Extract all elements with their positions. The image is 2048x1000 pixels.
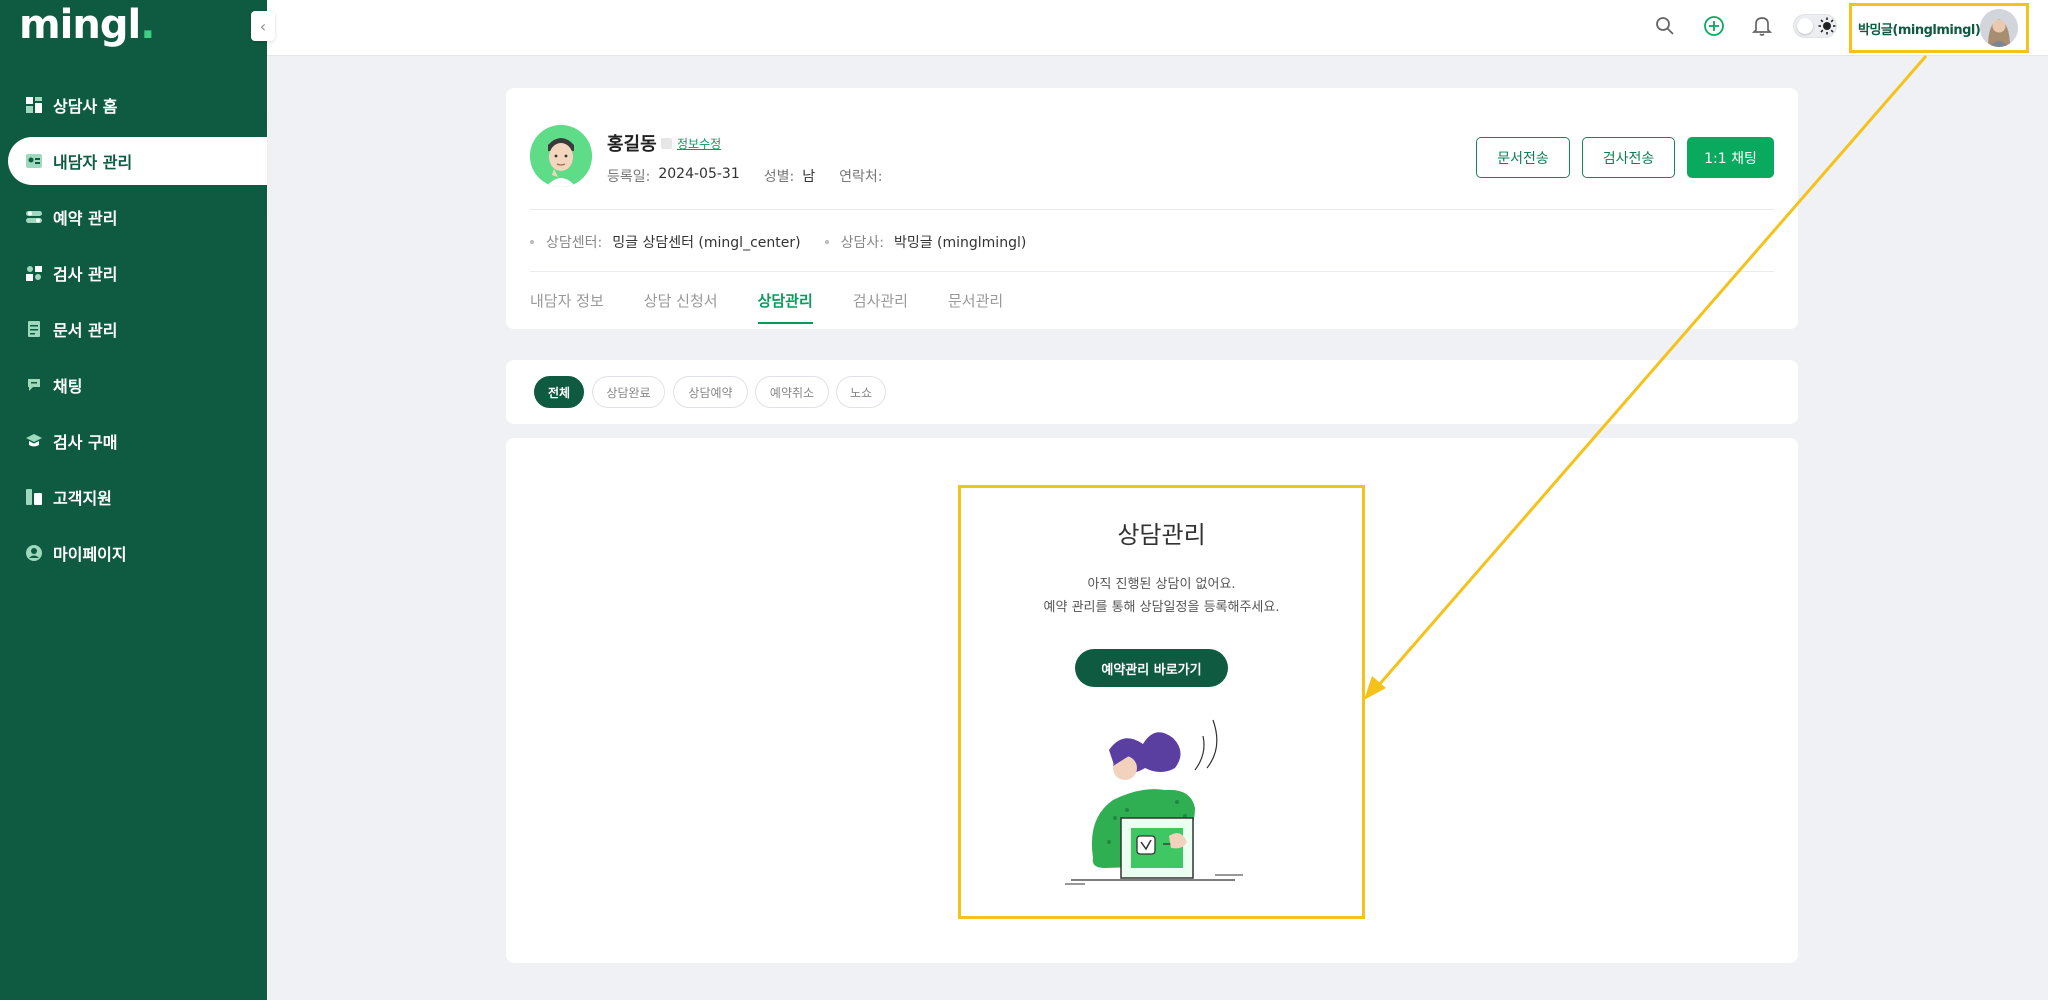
sidebar: mingl. 상담사 홈 내담자 관리 예약 관리 검사 관리 문서 관리 채팅… (0, 0, 267, 1000)
sidebar-item-reservation[interactable]: 예약 관리 (0, 189, 267, 245)
empty-state-line1: 아직 진행된 상담이 없어요. (1087, 577, 1236, 592)
document-icon (26, 321, 42, 337)
sidebar-item-test-purchase[interactable]: 검사 구매 (0, 413, 267, 469)
chevron-left-icon: ‹ (259, 16, 267, 36)
send-document-button[interactable]: 문서전송 (1476, 137, 1570, 178)
sidebar-item-client-management[interactable]: 내담자 관리 (0, 133, 267, 189)
center-value: 밍글 상담센터 (mingl_center) (612, 235, 801, 251)
pencil-icon (661, 138, 672, 149)
reg-date-label: 등록일: (607, 169, 651, 185)
sidebar-item-label: 마이페이지 (53, 545, 127, 564)
top-bar (267, 0, 2048, 56)
empty-state-line2: 예약 관리를 통해 상담일정을 등록해주세요. (1043, 600, 1280, 615)
edit-info-label: 정보수정 (677, 137, 722, 151)
avatar (1980, 9, 2018, 47)
chat-icon (26, 377, 42, 393)
toggle-knob (1797, 18, 1813, 34)
chat-button-label: 1:1 채팅 (1704, 150, 1757, 167)
send-test-button[interactable]: 검사전송 (1582, 137, 1675, 178)
tab-client-info[interactable]: 내담자 정보 (530, 290, 604, 324)
client-avatar (530, 125, 592, 187)
one-on-one-chat-button[interactable]: 1:1 채팅 (1687, 137, 1774, 178)
counselor-label: 상담사: (840, 235, 884, 251)
test-icon (26, 265, 42, 281)
sidebar-item-label: 문서 관리 (53, 321, 118, 340)
user-profile-menu[interactable]: 박밍글(minglmingl) (1849, 3, 2029, 53)
sidebar-item-mypage[interactable]: 마이페이지 (0, 525, 267, 581)
divider (530, 209, 1774, 210)
send-test-label: 검사전송 (1602, 150, 1655, 167)
center-info-row: 상담센터: 밍글 상담센터 (mingl_center) 상담사: 박밍글 (m… (530, 232, 1050, 252)
tab-test-management[interactable]: 검사관리 (853, 290, 908, 324)
filter-chip-completed[interactable]: 상담완료 (592, 376, 665, 408)
client-profile-card: 홍길동 정보수정 등록일: 2024-05-31 성별: 남 연락처: 문서전송… (506, 88, 1798, 329)
sidebar-collapse-button[interactable]: ‹ (251, 11, 275, 41)
center-label: 상담센터: (546, 235, 603, 251)
cta-label: 예약관리 바로가기 (1101, 662, 1202, 678)
empty-state-title: 상담관리 (1117, 521, 1206, 549)
bullet (530, 240, 534, 244)
bell-icon[interactable] (1750, 14, 1774, 38)
search-icon[interactable] (1653, 14, 1677, 38)
tab-consult-application[interactable]: 상담 신청서 (644, 290, 718, 324)
counselor-value: 박밍글 (minglmingl) (893, 235, 1027, 251)
filter-chip-reserved[interactable]: 상담예약 (673, 376, 748, 408)
user-name: 박밍글(minglmingl) (1858, 22, 1981, 38)
sidebar-item-label: 검사 구매 (53, 433, 118, 452)
support-icon (26, 489, 42, 505)
gender-value: 남 (802, 169, 816, 185)
client-tabs: 내담자 정보 상담 신청서 상담관리 검사관리 문서관리 (530, 290, 1043, 324)
bullet (824, 240, 829, 244)
reg-date-value: 2024-05-31 (658, 166, 740, 182)
dashboard-icon (26, 97, 42, 113)
sun-icon (1815, 14, 1839, 38)
gender-label: 성별: (763, 169, 795, 185)
filter-bar: 전체 상담완료 상담예약 예약취소 노쇼 (506, 360, 1798, 424)
filter-chip-all[interactable]: 전체 (534, 376, 584, 408)
user-icon (26, 545, 42, 561)
go-to-reservation-button[interactable]: 예약관리 바로가기 (1075, 649, 1228, 687)
tab-consult-management[interactable]: 상담관리 (757, 290, 813, 324)
sidebar-item-label: 상담사 홈 (53, 97, 118, 116)
sidebar-item-document-management[interactable]: 문서 관리 (0, 301, 267, 357)
contact-label: 연락처: (839, 169, 883, 185)
filter-chip-cancelled[interactable]: 예약취소 (755, 376, 829, 408)
client-meta: 등록일: 2024-05-31 성별: 남 연락처: (607, 166, 914, 186)
add-circle-icon[interactable] (1702, 14, 1726, 38)
edit-info-link[interactable]: 정보수정 (661, 135, 721, 152)
divider (530, 271, 1774, 272)
sidebar-item-chat[interactable]: 채팅 (0, 357, 267, 413)
sidebar-item-label: 예약 관리 (53, 209, 118, 228)
app-logo[interactable]: mingl. (19, 2, 155, 48)
sidebar-item-test-management[interactable]: 검사 관리 (0, 245, 267, 301)
send-document-label: 문서전송 (1497, 150, 1549, 167)
filter-chip-noshow[interactable]: 노쇼 (836, 376, 886, 408)
sidebar-item-label: 고객지원 (53, 489, 112, 508)
empty-state-illustration (1065, 719, 1243, 885)
tab-document-management[interactable]: 문서관리 (948, 290, 1003, 324)
purchase-icon (26, 433, 42, 449)
sidebar-item-label: 내담자 관리 (53, 153, 133, 172)
sidebar-item-label: 채팅 (53, 377, 83, 396)
client-card-icon (26, 153, 42, 169)
sidebar-item-customer-support[interactable]: 고객지원 (0, 469, 267, 525)
sidebar-item-label: 검사 관리 (53, 265, 118, 284)
client-name: 홍길동 (607, 134, 657, 155)
toggle-icon (26, 209, 42, 225)
sidebar-item-counselor-home[interactable]: 상담사 홈 (0, 77, 267, 133)
